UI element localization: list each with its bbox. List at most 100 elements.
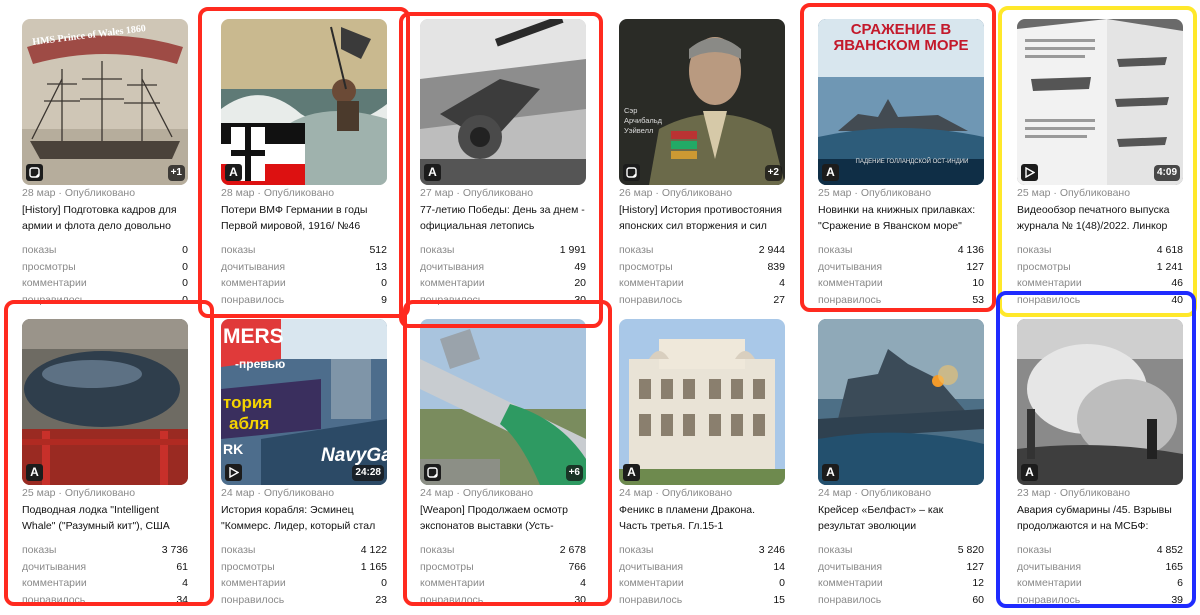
stat-row: понравилось 40 xyxy=(1017,292,1183,309)
stat-value: 60 xyxy=(972,594,984,607)
stat-label: просмотры xyxy=(619,260,673,273)
stat-value: 4 122 xyxy=(360,544,387,556)
article-card[interactable]: A 28 мар · Опубликовано Потери ВМФ Герма… xyxy=(221,19,387,309)
article-card[interactable]: A 25 мар · Опубликовано Подводная лодка … xyxy=(22,319,188,609)
card-title[interactable]: История корабля: Эсминец "Коммерс. Лидер… xyxy=(221,502,387,534)
stat-value: 40 xyxy=(1171,294,1183,307)
stat-label: комментарии xyxy=(1017,577,1082,590)
stat-value: 0 xyxy=(182,294,188,307)
thumb-caption: Сэр Арчибальд Уэйвелл xyxy=(624,106,663,135)
card-title[interactable]: 77-летию Победы: День за днем - официаль… xyxy=(420,202,586,234)
video-duration: 24:28 xyxy=(352,465,384,481)
stat-label: просмотры xyxy=(420,560,474,573)
card-title[interactable]: Подводная лодка "Intelligent Whale" ("Ра… xyxy=(22,502,188,534)
stat-value: 39 xyxy=(1171,594,1183,607)
article-card[interactable]: MERS -превью тория абля RK NavyGa 24:28 … xyxy=(221,319,387,609)
stat-value: 3 736 xyxy=(161,544,188,556)
card-title[interactable]: Авария субмарины /45. Взрывы продолжаютс… xyxy=(1017,502,1183,534)
book-title-text: СРАЖЕНИЕ В ЯВАНСКОМ МОРЕ xyxy=(833,21,969,54)
card-title[interactable]: [History] Подготовка кадров для армии и … xyxy=(22,202,188,234)
article-card[interactable]: A 24 мар · Опубликовано Феникс в пламени… xyxy=(619,319,785,609)
gallery-icon xyxy=(29,167,40,178)
card-title[interactable]: [History] История противостояния японски… xyxy=(619,202,785,234)
ship-gun-photo xyxy=(420,19,586,185)
thumb-text: MERS xyxy=(223,325,284,348)
stat-value: 4 852 xyxy=(1156,544,1183,556)
card-thumbnail[interactable]: A xyxy=(818,319,984,485)
stat-value: 0 xyxy=(182,244,188,256)
gallery-count-badge: +2 xyxy=(764,165,782,181)
article-card[interactable]: A 23 мар · Опубликовано Авария субмарины… xyxy=(1017,319,1183,609)
card-title[interactable]: Крейсер «Белфаст» – как результат эволюц… xyxy=(818,502,984,534)
card-title[interactable]: Потери ВМФ Германии в годы Первой мирово… xyxy=(221,202,387,234)
card-thumbnail[interactable]: Сэр Арчибальд Уэйвелл +2 xyxy=(619,19,785,185)
card-thumbnail[interactable]: A xyxy=(619,319,785,485)
stat-value: 0 xyxy=(381,277,387,290)
card-meta: 26 мар · Опубликовано xyxy=(619,187,733,199)
article-badge: A xyxy=(822,164,839,181)
stat-row: просмотры 1 241 xyxy=(1017,259,1183,276)
stat-value: 53 xyxy=(972,294,984,307)
article-card[interactable]: A 24 мар · Опубликовано Крейсер «Белфаст… xyxy=(818,319,984,609)
stat-label: комментарии xyxy=(22,577,87,590)
article-card[interactable]: +6 24 мар · Опубликовано [Weapon] Продол… xyxy=(420,319,586,609)
card-stats: показы 1 991 дочитывания 49 комментарии 20 … xyxy=(420,242,586,309)
stat-label: комментарии xyxy=(818,577,883,590)
palace-photo xyxy=(619,319,785,485)
stat-label: понравилось xyxy=(221,594,285,607)
stat-value: 20 xyxy=(574,277,586,290)
stat-value: 0 xyxy=(182,277,188,290)
stat-label: показы xyxy=(619,244,654,256)
article-card[interactable]: Сэр Арчибальд Уэйвелл +2 26 мар · Опубли… xyxy=(619,19,785,309)
card-stats: показы 2 678 просмотры 766 комментарии 4 по… xyxy=(420,542,586,609)
stat-row: понравилось 60 xyxy=(818,592,984,609)
stat-row: понравилось 39 xyxy=(1017,592,1183,609)
card-thumbnail[interactable]: A xyxy=(420,19,586,185)
stat-value: 61 xyxy=(176,560,188,573)
article-card[interactable]: 4:09 25 мар · Опубликовано Видеообзор пе… xyxy=(1017,19,1183,309)
article-card[interactable]: СРАЖЕНИЕ В ЯВАНСКОМ МОРЕ ПАДЕНИЕ ГОЛЛАНД… xyxy=(818,19,984,309)
stat-row: понравилось 30 xyxy=(420,592,586,609)
stat-row: понравилось 23 xyxy=(221,592,387,609)
card-title[interactable]: Видеообзор печатного выпуска журнала № 1… xyxy=(1017,202,1183,234)
card-thumbnail[interactable]: A xyxy=(1017,319,1183,485)
card-title[interactable]: Феникс в пламени Дракона. Часть третья. … xyxy=(619,502,785,534)
stat-label: понравилось xyxy=(1017,294,1081,307)
article-card[interactable]: HMS Prince of Wales 1860 +1 28 мар · Опу… xyxy=(22,19,188,309)
stat-row: понравилось 27 xyxy=(619,292,785,309)
stat-label: показы xyxy=(818,544,853,556)
stat-value: 4 618 xyxy=(1156,244,1183,256)
card-title[interactable]: Новинки на книжных прилавках: "Сражение … xyxy=(818,202,984,234)
card-thumbnail[interactable]: 4:09 xyxy=(1017,19,1183,185)
gallery-icon xyxy=(427,467,438,478)
card-meta: 28 мар · Опубликовано xyxy=(22,187,136,199)
stat-label: просмотры xyxy=(221,560,275,573)
stat-row: показы 0 xyxy=(22,242,188,259)
card-thumbnail[interactable]: A xyxy=(22,319,188,485)
card-meta: 24 мар · Опубликовано xyxy=(221,487,335,499)
card-title[interactable]: [Weapon] Продолжаем осмотр экспонатов вы… xyxy=(420,502,586,534)
video-duration: 4:09 xyxy=(1153,165,1180,181)
card-thumbnail[interactable]: HMS Prince of Wales 1860 +1 xyxy=(22,19,188,185)
stat-row: комментарии 4 xyxy=(619,275,785,292)
stat-label: дочитывания xyxy=(619,560,684,573)
stat-value: 49 xyxy=(574,260,586,273)
card-thumbnail[interactable]: A xyxy=(221,19,387,185)
missile-exhibit-photo xyxy=(420,319,586,485)
stat-row: дочитывания 127 xyxy=(818,259,984,276)
stat-value: 15 xyxy=(773,594,785,607)
stat-label: просмотры xyxy=(22,260,76,273)
card-thumbnail[interactable]: +6 xyxy=(420,319,586,485)
stat-value: 23 xyxy=(375,594,387,607)
stat-row: понравилось 30 xyxy=(420,292,586,309)
stat-value: 1 165 xyxy=(360,560,387,573)
article-card[interactable]: A 27 мар · Опубликовано 77-летию Победы:… xyxy=(420,19,586,309)
stat-value: 4 xyxy=(580,577,586,590)
card-thumbnail[interactable]: СРАЖЕНИЕ В ЯВАНСКОМ МОРЕ ПАДЕНИЕ ГОЛЛАНД… xyxy=(818,19,984,185)
stat-row: комментарии 0 xyxy=(221,275,387,292)
stat-value: 1 991 xyxy=(559,244,586,256)
stat-row: просмотры 1 165 xyxy=(221,559,387,576)
stat-label: понравилось xyxy=(22,294,86,307)
stat-row: комментарии 0 xyxy=(619,575,785,592)
card-thumbnail[interactable]: MERS -превью тория абля RK NavyGa 24:28 xyxy=(221,319,387,485)
